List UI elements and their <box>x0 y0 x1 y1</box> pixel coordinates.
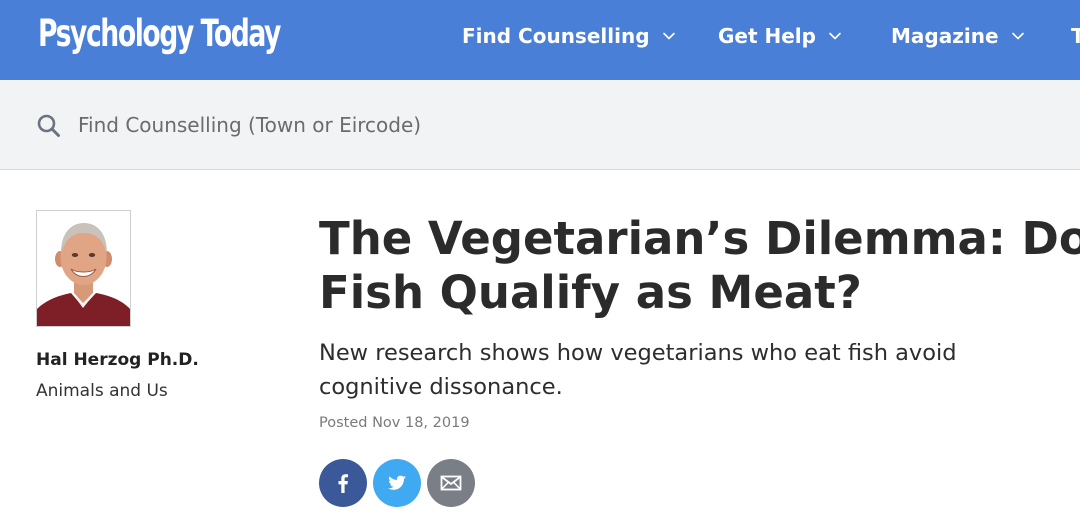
twitter-icon <box>385 471 409 495</box>
chevron-down-icon <box>1011 29 1025 43</box>
facebook-icon <box>331 471 355 495</box>
nav-find-counselling[interactable]: Find Counselling <box>462 0 676 72</box>
nav-magazine[interactable]: Magazine <box>891 0 1025 72</box>
chevron-down-icon <box>828 29 842 43</box>
article-title-line: The Vegetarian’s Dilemma: Do <box>319 212 1080 265</box>
chevron-down-icon <box>662 29 676 43</box>
email-icon <box>438 470 464 496</box>
nav-magazine-label: Magazine <box>891 24 999 48</box>
nav-get-help-label: Get Help <box>718 24 816 48</box>
search-input[interactable] <box>78 108 778 142</box>
article-subtitle-line: New research shows how vegetarians who e… <box>319 340 957 366</box>
share-twitter-button[interactable] <box>373 459 421 507</box>
share-email-button[interactable] <box>427 459 475 507</box>
author-photo[interactable] <box>36 210 131 327</box>
nav-get-help[interactable]: Get Help <box>718 0 842 72</box>
blog-name[interactable]: Animals and Us <box>36 381 168 401</box>
share-facebook-button[interactable] <box>319 459 367 507</box>
search-bar <box>0 80 1080 170</box>
article-subtitle-line: cognitive dissonance. <box>319 374 563 400</box>
nav-find-counselling-label: Find Counselling <box>462 24 650 48</box>
nav-item-truncated[interactable]: T <box>1071 0 1080 72</box>
site-logo[interactable]: Psychology Today <box>38 4 281 64</box>
article-title: The Vegetarian’s Dilemma: Do Fish Qualif… <box>319 212 1080 320</box>
nav-item-truncated-label: T <box>1071 24 1080 48</box>
posted-date: Posted Nov 18, 2019 <box>319 415 470 431</box>
author-name[interactable]: Hal Herzog Ph.D. <box>36 350 199 370</box>
top-navigation-bar: Psychology Today Find Counselling Get He… <box>0 0 1080 80</box>
search-icon[interactable] <box>36 113 62 139</box>
article-title-line: Fish Qualify as Meat? <box>319 266 862 319</box>
article-subtitle: New research shows how vegetarians who e… <box>319 336 1059 404</box>
